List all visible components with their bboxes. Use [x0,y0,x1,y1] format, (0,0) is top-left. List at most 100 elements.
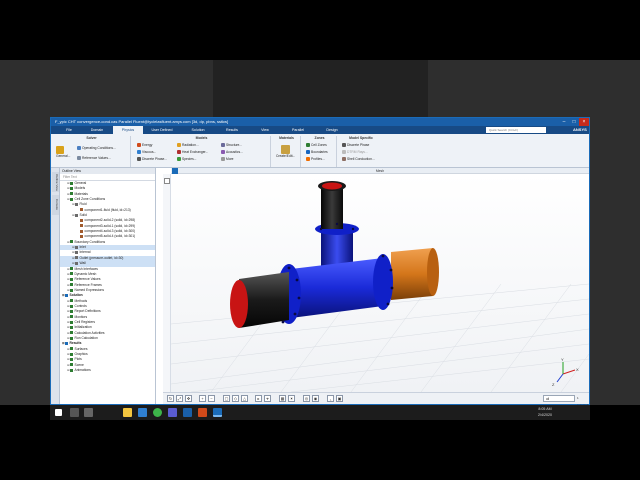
more-models-button[interactable]: More [221,157,234,162]
heat-exchanger-icon [177,150,181,155]
vertical-inlet-face [322,182,342,190]
boundaries-icon [306,150,310,155]
outline-tree-item-label: Wall [79,261,86,266]
structure-button[interactable]: Structure... [221,143,242,148]
minimize-button[interactable]: – [559,118,569,126]
ribbon-group-title: Solver [86,136,97,140]
tree-node-icon [70,309,73,313]
outline-tree-item-label: Run Calculation [74,335,98,340]
side-tab-strip: Outline View Console [51,168,60,404]
edge-browser-icon[interactable] [138,408,147,417]
lighting-icon[interactable]: ☀ [288,395,295,402]
mesh-scene: X Y Z [171,181,589,392]
file-explorer-icon[interactable] [123,408,132,417]
selection-filter-select[interactable]: all [543,395,575,402]
outline-tree-item-label: Fluid [79,202,87,207]
outlook-icon[interactable] [183,408,192,417]
select-tool-icon[interactable]: ▸ [255,395,262,402]
scene-icon[interactable]: ◎ [303,395,310,402]
right-flange [373,254,393,310]
tree-node-icon [70,336,73,340]
close-button[interactable]: × [579,118,589,126]
ribbon-group-title: Model Specific [349,136,373,140]
outline-tree-item-label: Methods [74,298,88,303]
search-icon[interactable] [70,408,79,417]
outline-tree-item-label: Plots [74,357,82,362]
tab-parallel[interactable]: Parallel [283,126,313,134]
tab-physics[interactable]: Physics [113,126,143,134]
side-tab-outline-view[interactable]: Outline View [52,172,59,192]
species-button[interactable]: Species... [177,157,196,162]
operating-conditions-button[interactable]: Operating Conditions... [77,146,116,151]
probe-tool-icon[interactable]: ⌖ [264,395,271,402]
fluent-app-icon[interactable] [213,408,222,417]
cell-zones-button[interactable]: Cell Zones [306,143,327,148]
tree-node-icon [70,304,73,308]
powerpoint-icon[interactable] [198,408,207,417]
outline-tree-item-label: Reference Frames [74,282,102,287]
pan-tool-icon[interactable]: ✥ [185,395,192,402]
rotate-tool-icon[interactable]: ↻ [167,395,174,402]
viscous-button[interactable]: Viscous... [137,150,156,155]
reference-values-button[interactable]: Reference Values... [77,156,111,161]
save-picture-icon[interactable]: ▣ [336,395,343,402]
plot-icon[interactable]: ⌞ [327,395,334,402]
shell-conduction-button[interactable]: Shell Conduction... [342,157,375,162]
zoom-out-icon[interactable]: − [208,395,215,402]
outline-tree-item-label: Monitors [74,314,88,319]
boundaries-button[interactable]: Boundaries [306,150,328,155]
dtrm-rays-button[interactable]: DTRM Rays... [342,150,368,155]
viewport-toolbar-left [163,174,171,392]
outline-tree-item-label: General [74,181,87,185]
general-button[interactable]: General... [56,146,70,158]
windows-start-icon[interactable] [55,409,62,416]
maximize-button[interactable]: □ [569,118,579,126]
viewport-bottom-toolbar: ↻ ⤢ ✥ + − ▢ ◇ △ ▸ ⌖ ▦ ☀ ◎ ◉ ⌞ ▣ all 1 se… [163,392,589,407]
view-front-icon[interactable]: ▢ [223,395,230,402]
outlet-face [427,248,439,296]
tree-node-icon [70,288,73,292]
chrome-browser-icon[interactable] [153,408,162,417]
tab-domain[interactable]: Domain [83,126,111,134]
pointer-tool-icon[interactable] [164,178,170,184]
outline-tree: ⊞ General ⊞ Models ⊞ Materials ⊞ Cell Zone Cond… [60,181,155,373]
profiles-button[interactable]: Profiles... [306,157,325,162]
outline-filter-input[interactable]: Filter Text [60,174,155,181]
tree-node-icon [80,224,83,228]
tab-results[interactable]: Results [217,126,247,134]
tree-node-icon [80,229,83,233]
camera-icon[interactable]: ◉ [312,395,319,402]
view-top-icon[interactable]: △ [241,395,248,402]
ribbon-group-model-specific: Model Specific Discrete Phase DTRM Rays.… [339,136,383,167]
discrete-phase-specific-button[interactable]: Discrete Phase [342,143,369,148]
tab-design[interactable]: Design [317,126,347,134]
energy-toggle[interactable]: Energy [137,143,152,148]
outline-tree-item[interactable]: ⊞ Animations [60,368,155,373]
ribbon: Solver General... Operating Conditions..… [51,134,589,168]
heat-exchanger-button[interactable]: Heat Exchanger... [177,150,208,155]
zoom-fit-icon[interactable]: ⤢ [176,395,183,402]
zoom-in-icon[interactable]: + [199,395,206,402]
system-tray-clock[interactable]: 8:05 AM 2/4/2020 [520,406,570,419]
teams-icon[interactable] [168,408,177,417]
view-iso-icon[interactable]: ◇ [232,395,239,402]
graphics-viewport[interactable]: X Y Z [171,174,589,392]
tab-user-defined[interactable]: User Defined [145,126,179,134]
task-view-icon[interactable] [84,408,93,417]
discrete-phase-button[interactable]: Discrete Phase... [137,157,167,162]
tree-node-icon [70,240,73,244]
mesh-display-icon[interactable]: ▦ [279,395,286,402]
quick-search-input[interactable]: Quick Search (Ctrl+F) [486,127,546,133]
create-edit-materials-button[interactable]: Create/Edit... [276,145,295,158]
tree-node-icon [75,261,78,265]
tree-node-icon [80,219,83,223]
tree-node-icon [70,357,73,361]
outline-tree-item-label: Calculation Activities [74,330,105,335]
axis-z-label: Z [552,382,555,387]
tab-view[interactable]: View [251,126,279,134]
acoustics-button[interactable]: Acoustics... [221,150,243,155]
radiation-button[interactable]: Radiation... [177,143,199,148]
tab-solution[interactable]: Solution [183,126,213,134]
tab-file[interactable]: File [57,126,81,134]
side-tab-console[interactable]: Console [52,195,59,215]
